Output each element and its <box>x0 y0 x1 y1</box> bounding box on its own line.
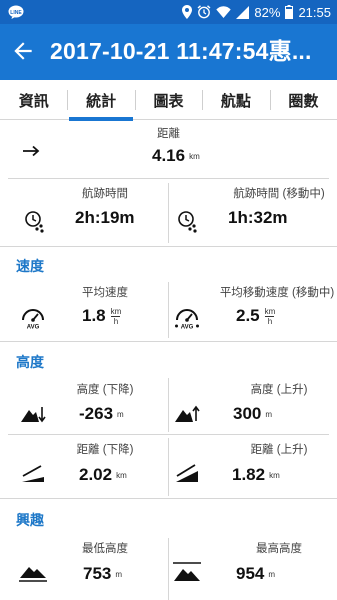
avg-moving-speed-stat: AVG 平均移動速度 (移動中) 2.5 km h <box>169 280 337 340</box>
ascent-distance-label: 距離 (上升) <box>250 444 308 456</box>
tab-bar: 資訊 統計 圖表 航點 圈數 <box>0 80 337 121</box>
descent-distance-unit: km <box>116 470 127 480</box>
tab-charts[interactable]: 圖表 <box>134 80 202 120</box>
divider <box>168 378 169 432</box>
min-altitude-value: 753 <box>83 564 112 583</box>
divider <box>168 183 169 243</box>
divider <box>0 246 337 247</box>
min-altitude-unit: m <box>115 569 123 579</box>
battery-icon <box>285 5 294 19</box>
avg-moving-speed-unit: km h <box>264 306 276 326</box>
clock-time: 21:55 <box>298 4 331 20</box>
ascent-label: 高度 (上升) <box>250 384 308 396</box>
avg-speed-stat: AVG 平均速度 1.8 km h <box>0 280 168 340</box>
moving-duration-label: 航跡時間 (移動中) <box>233 188 325 200</box>
ascent-distance-stat: 距離 (上升) 1.82 km <box>169 435 337 498</box>
signal-icon <box>236 5 250 19</box>
app-bar: 2017-10-21 11:47:54惠... <box>0 24 337 80</box>
distance-stat: 距離 4.16 km <box>0 120 337 178</box>
altitude-section-title: 高度 <box>16 354 44 370</box>
back-arrow-icon[interactable] <box>10 38 36 64</box>
duration-stat: 航跡時間 2h:19m <box>0 179 168 246</box>
svg-text:AVG: AVG <box>27 325 40 330</box>
distance-label: 距離 <box>157 128 180 140</box>
ascent-value: 300 <box>233 404 262 423</box>
distance-unit: km <box>189 151 200 161</box>
max-altitude-value: 954 <box>236 564 265 583</box>
status-bar: LINE 82% 21:55 <box>0 0 337 24</box>
ascent-distance-icon <box>176 464 198 482</box>
ascent-stat: 高度 (上升) 300 m <box>169 376 337 434</box>
descent-unit: m <box>117 409 124 419</box>
duration-value: 2h:19m <box>75 208 135 227</box>
max-altitude-stat: 最高高度 954 m <box>169 534 337 600</box>
avg-speed-icon: AVG <box>22 309 44 330</box>
tab-waypoints[interactable]: 航點 <box>202 80 269 120</box>
descent-distance-value: 2.02 <box>79 465 113 484</box>
descent-stat: 高度 (下降) -263 m <box>0 376 168 434</box>
moving-duration-stat: 航跡時間 (移動中) 1h:32m <box>169 179 337 246</box>
divider <box>168 282 169 338</box>
divider <box>168 538 169 600</box>
distance-value: 4.16 <box>152 146 186 165</box>
descent-distance-icon <box>22 465 44 482</box>
descent-distance-stat: 距離 (下降) 2.02 km <box>0 435 168 498</box>
tab-info[interactable]: 資訊 <box>0 80 67 120</box>
track-time-icon <box>25 211 44 233</box>
statistics-panel: 距離 4.16 km 航跡時間 2h:19m 航跡時間 (移動中) 1h:32m… <box>0 120 337 600</box>
ascent-unit: m <box>265 409 273 419</box>
interest-section-title: 興趣 <box>16 512 44 528</box>
max-altitude-label: 最高高度 <box>256 543 302 555</box>
svg-text:AVG: AVG <box>181 325 194 330</box>
page-title: 2017-10-21 11:47:54惠... <box>50 38 312 64</box>
descent-icon <box>21 407 46 423</box>
location-icon <box>182 5 193 19</box>
avg-speed-value: 1.8 <box>82 306 106 325</box>
moving-duration-value: 1h:32m <box>228 208 288 227</box>
tab-laps[interactable]: 圈數 <box>269 80 337 120</box>
min-altitude-stat: 最低高度 753 m <box>0 534 168 600</box>
divider <box>0 341 337 342</box>
tab-statistics[interactable]: 統計 <box>67 80 134 121</box>
avg-moving-speed-value: 2.5 <box>236 306 260 325</box>
svg-text:LINE: LINE <box>10 10 22 16</box>
descent-value: -263 <box>79 404 114 423</box>
divider <box>168 438 169 496</box>
wifi-icon <box>216 5 232 18</box>
max-altitude-unit: m <box>268 569 276 579</box>
battery-percent: 82% <box>254 4 281 20</box>
min-altitude-icon <box>19 567 47 582</box>
ascent-distance-unit: km <box>269 470 280 480</box>
speed-section-title: 速度 <box>16 258 44 274</box>
avg-speed-unit: km h <box>110 306 122 326</box>
ascent-icon <box>175 405 200 422</box>
ascent-distance-value: 1.82 <box>232 465 266 484</box>
line-app-icon: LINE <box>8 5 24 19</box>
divider <box>0 498 337 499</box>
max-altitude-icon <box>173 562 201 581</box>
moving-time-icon <box>178 211 197 233</box>
alarm-icon <box>197 5 211 19</box>
avg-moving-speed-icon: AVG <box>175 309 199 330</box>
avg-moving-speed-label: 平均移動速度 (移動中) <box>219 287 335 299</box>
arrow-right-icon <box>23 145 40 157</box>
